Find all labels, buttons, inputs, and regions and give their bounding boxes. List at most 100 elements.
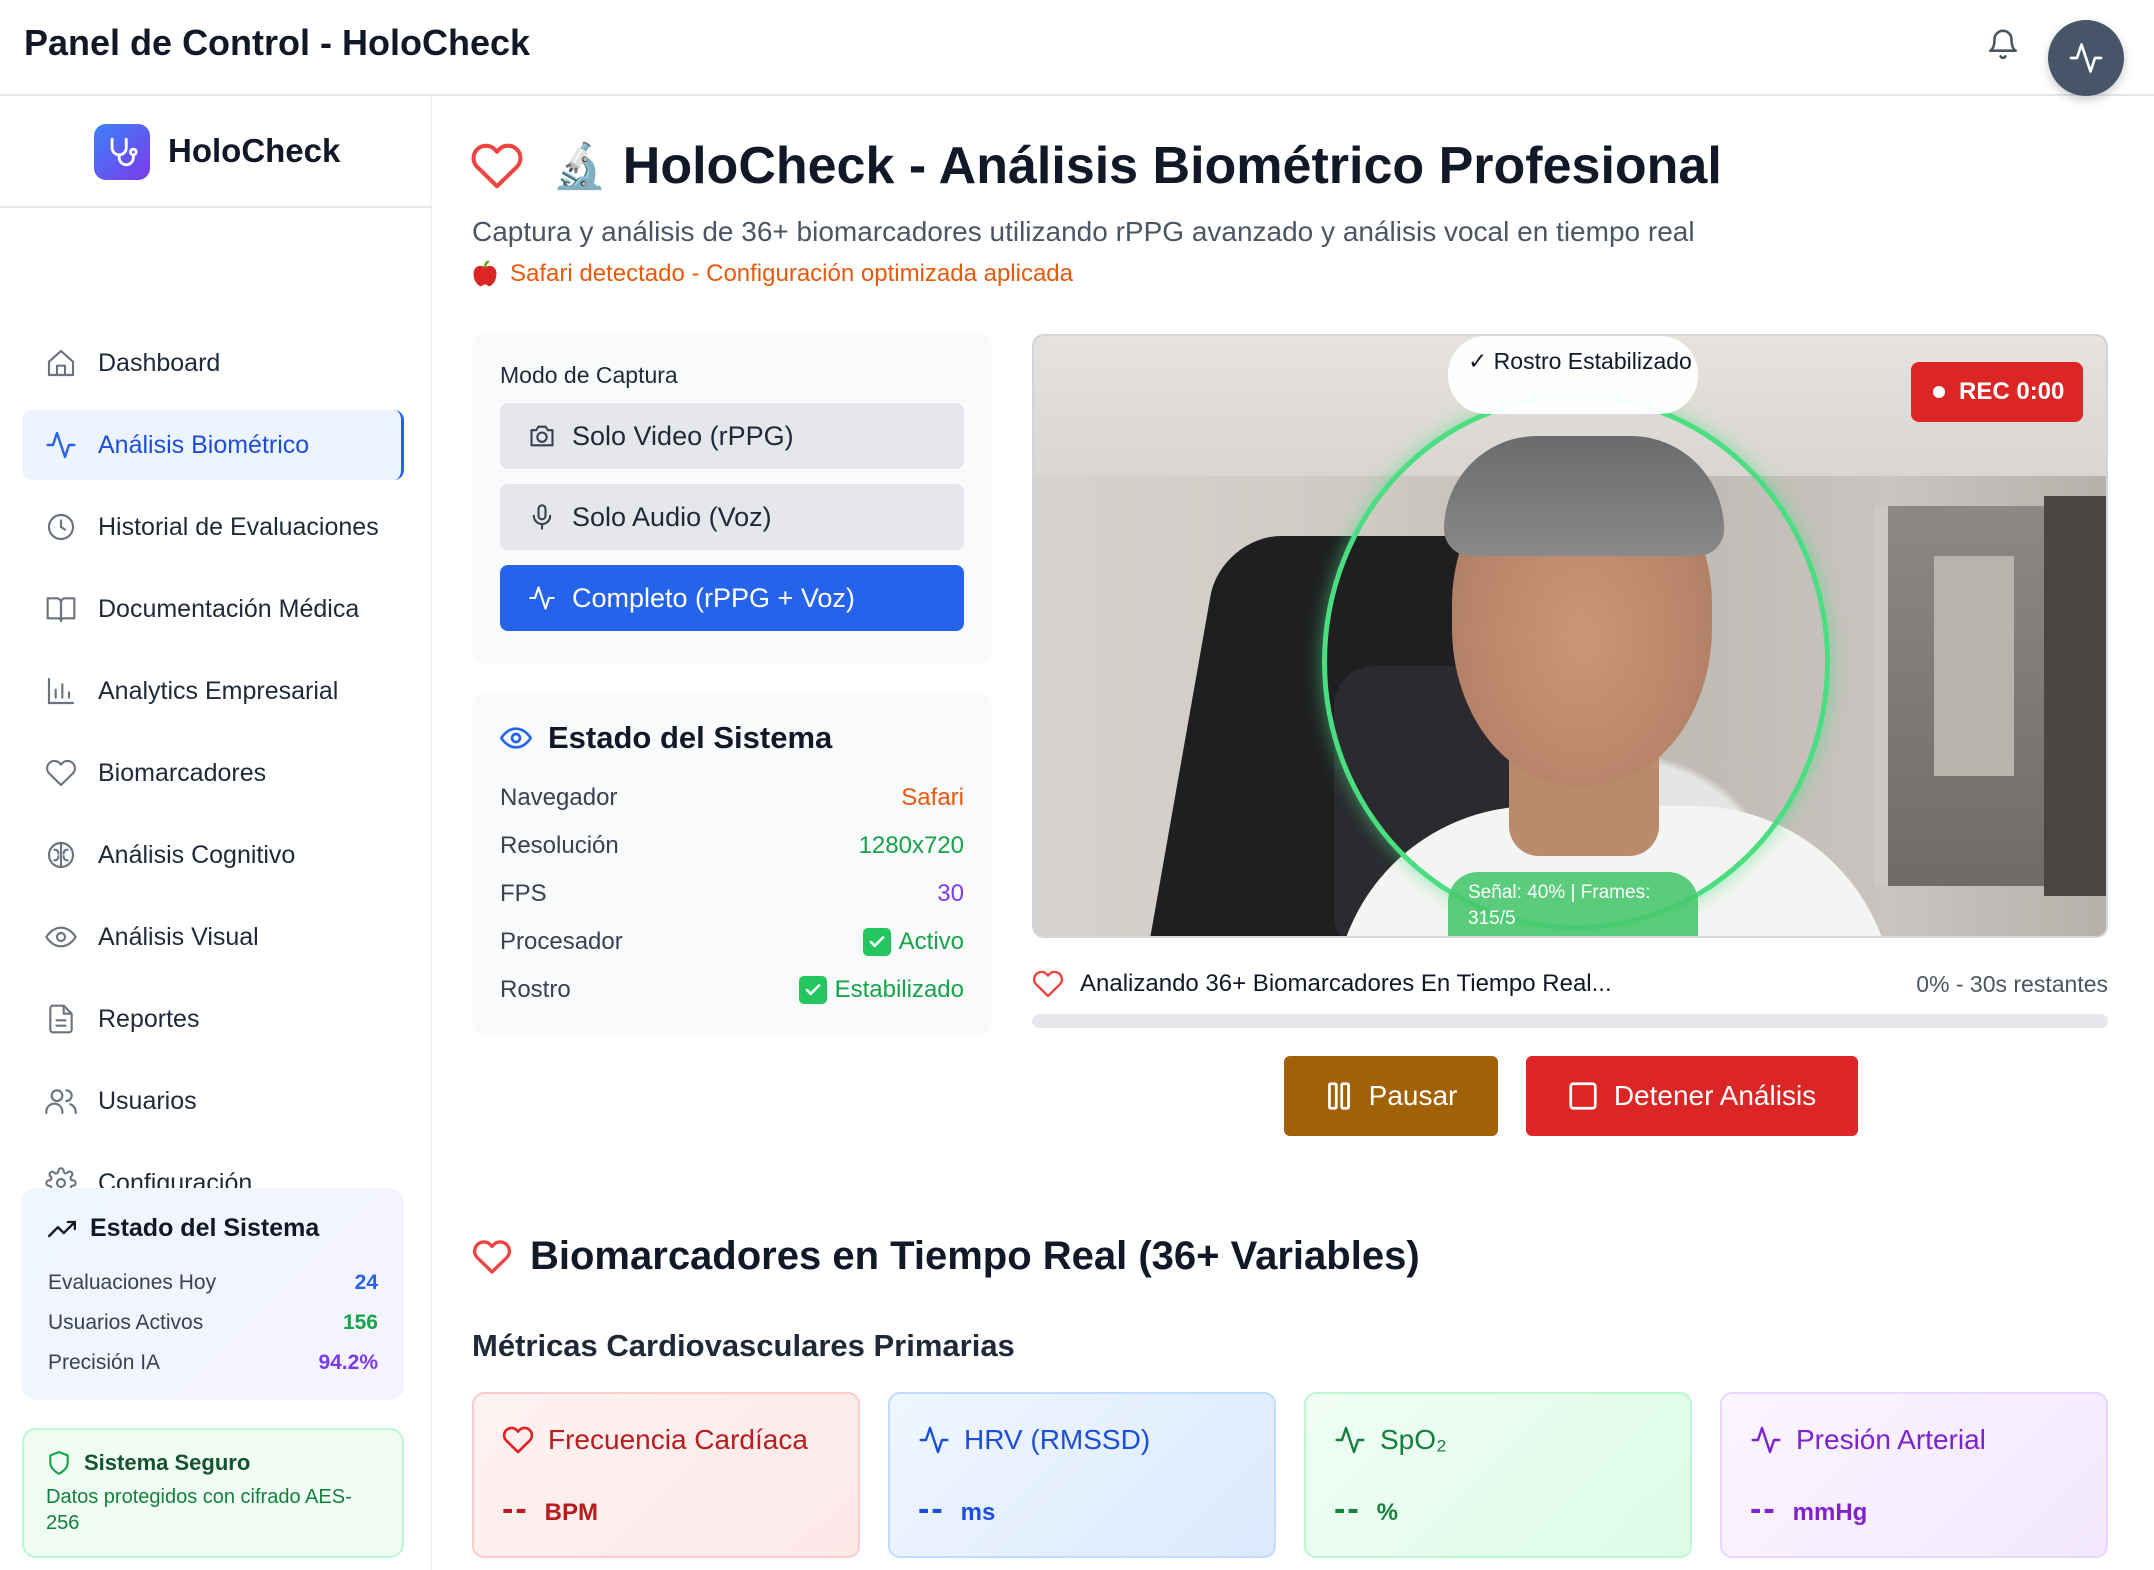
activity-icon <box>1335 1426 1365 1454</box>
camera-icon <box>530 425 554 447</box>
sidebar-nav: Dashboard Análisis Biométrico Historial … <box>22 328 404 1230</box>
state-label: Resolución <box>500 832 619 859</box>
heart-icon <box>471 143 523 189</box>
sidebar-system-status-title: Estado del Sistema <box>90 1214 320 1242</box>
sidebar: HoloCheck Dashboard Análisis Biométrico … <box>0 96 432 1570</box>
eye-icon <box>500 727 532 749</box>
biomarkers-title: Biomarcadores en Tiempo Real (36+ Variab… <box>472 1234 1420 1279</box>
sidebar-item-label: Reportes <box>98 1004 200 1033</box>
sidebar-item-historial[interactable]: Historial de Evaluaciones <box>22 492 404 562</box>
sidebar-item-reportes[interactable]: Reportes <box>22 984 404 1054</box>
sidebar-item-label: Analytics Empresarial <box>98 676 339 705</box>
state-value: Activo <box>898 928 964 955</box>
video-shelf-shape <box>2044 496 2106 896</box>
metric-card-heart-rate: Frecuencia Cardíaca -- BPM <box>472 1392 860 1558</box>
sidebar-item-label: Documentación Médica <box>98 594 360 623</box>
bell-icon[interactable] <box>1986 26 2020 64</box>
sidebar-item-cognitivo[interactable]: Análisis Cognitivo <box>22 820 404 890</box>
stop-button-label: Detener Análisis <box>1613 1080 1817 1111</box>
sidebar-item-documentacion[interactable]: Documentación Médica <box>22 574 404 644</box>
check-icon <box>862 928 891 956</box>
stat-row: Precisión IA 94.2% <box>48 1343 378 1383</box>
sidebar-item-biomarcadores[interactable]: Biomarcadores <box>22 738 404 808</box>
rec-label: REC 0:00 <box>1959 378 2065 405</box>
mode-complete-button[interactable]: Completo (rPPG + Voz) <box>500 565 964 631</box>
metric-unit: ms <box>960 1499 996 1526</box>
security-title: Sistema Seguro <box>84 1450 251 1475</box>
state-row-procesador: Procesador Activo <box>500 918 964 966</box>
brand-name: HoloCheck <box>168 132 341 169</box>
mic-icon <box>532 504 552 530</box>
heart-icon <box>44 756 78 790</box>
state-value: 30 <box>937 880 964 907</box>
sidebar-item-dashboard[interactable]: Dashboard <box>22 328 404 398</box>
state-row-resolucion: Resolución 1280x720 <box>500 822 964 870</box>
mode-audio-button[interactable]: Solo Audio (Voz) <box>500 484 964 550</box>
security-text: Datos protegidos con cifrado AES-256 <box>46 1486 352 1534</box>
stat-row: Usuarios Activos 156 <box>48 1303 378 1343</box>
file-text-icon <box>44 1002 78 1036</box>
check-icon <box>798 976 827 1004</box>
brain-icon <box>44 838 78 872</box>
stop-icon <box>1569 1082 1597 1110</box>
stat-value: 94.2% <box>318 1351 378 1374</box>
page-title: 🔬 HoloCheck - Análisis Biométrico Profes… <box>470 136 1722 196</box>
sidebar-system-status-card: Estado del Sistema Evaluaciones Hoy 24 Us… <box>22 1188 404 1400</box>
biomarkers-title-text: Biomarcadores en Tiempo Real (36+ Variab… <box>530 1234 1420 1278</box>
page-header-title: Panel de Control - HoloCheck <box>24 22 531 63</box>
heart-icon <box>502 1426 534 1454</box>
state-value: 1280x720 <box>858 832 964 859</box>
capture-mode-title: Modo de Captura <box>500 362 678 388</box>
bar-chart-icon <box>44 674 78 708</box>
stat-label: Evaluaciones Hoy <box>48 1271 217 1294</box>
sidebar-item-analisis-biometrico[interactable]: Análisis Biométrico <box>22 410 404 480</box>
video-preview[interactable]: ✓ Rostro Estabilizado REC 0:00 Señal: 40… <box>1032 334 2108 938</box>
system-state-title: Estado del Sistema <box>548 720 833 755</box>
video-window-shape <box>1934 556 2014 776</box>
sidebar-item-label: Usuarios <box>98 1086 197 1115</box>
metric-unit: BPM <box>544 1499 598 1526</box>
activity-icon <box>1751 1426 1781 1454</box>
mode-audio-label: Solo Audio (Voz) <box>572 501 772 532</box>
heart-icon <box>472 1239 512 1274</box>
browser-notice-text: Safari detectado - Configuración optimiz… <box>510 260 1074 287</box>
sidebar-item-label: Análisis Biométrico <box>98 430 310 459</box>
metric-label: HRV (RMSSD) <box>964 1424 1151 1455</box>
metric-label: Presión Arterial <box>1796 1424 1986 1455</box>
sidebar-item-usuarios[interactable]: Usuarios <box>22 1066 404 1136</box>
activity-icon <box>44 428 78 462</box>
eye-icon <box>44 920 78 954</box>
microscope-icon: 🔬 <box>552 142 607 191</box>
state-value: Safari <box>901 784 964 811</box>
pause-icon <box>1327 1082 1350 1110</box>
state-label: FPS <box>500 880 547 907</box>
mode-video-button[interactable]: Solo Video (rPPG) <box>500 403 964 469</box>
brand: HoloCheck <box>0 96 432 208</box>
pause-button[interactable]: Pausar <box>1284 1056 1498 1136</box>
stat-label: Usuarios Activos <box>48 1311 204 1334</box>
apple-icon <box>473 260 497 287</box>
home-icon <box>44 346 78 380</box>
state-row-fps: FPS 30 <box>500 870 964 918</box>
stat-value: 24 <box>354 1271 378 1294</box>
sidebar-item-label: Análisis Visual <box>98 922 259 951</box>
signal-badge: Señal: 40% | Frames: 315/5 <box>1448 872 1698 936</box>
metric-value: -- <box>1334 1490 1361 1528</box>
biomarkers-section-title: Métricas Cardiovasculares Primarias <box>472 1328 1015 1363</box>
stat-label: Precisión IA <box>48 1351 161 1374</box>
rec-dot-icon <box>1933 386 1945 398</box>
metric-unit: % <box>1376 1499 1398 1526</box>
sidebar-item-label: Biomarcadores <box>98 758 267 787</box>
sidebar-item-label: Historial de Evaluaciones <box>98 512 379 541</box>
avatar[interactable] <box>2048 20 2124 96</box>
metric-card-blood-pressure: Presión Arterial -- mmHg <box>1720 1392 2108 1558</box>
metric-value: -- <box>918 1490 945 1528</box>
state-row-navegador: Navegador Safari <box>500 774 964 822</box>
metric-label: SpO₂ <box>1380 1424 1447 1455</box>
stop-analysis-button[interactable]: Detener Análisis <box>1526 1056 1858 1136</box>
sidebar-item-analytics[interactable]: Analytics Empresarial <box>22 656 404 726</box>
sidebar-item-visual[interactable]: Análisis Visual <box>22 902 404 972</box>
capture-mode-card: Modo de Captura Solo Video (rPPG) Solo A… <box>472 332 992 664</box>
pause-button-label: Pausar <box>1368 1080 1458 1111</box>
mode-video-label: Solo Video (rPPG) <box>572 420 794 451</box>
